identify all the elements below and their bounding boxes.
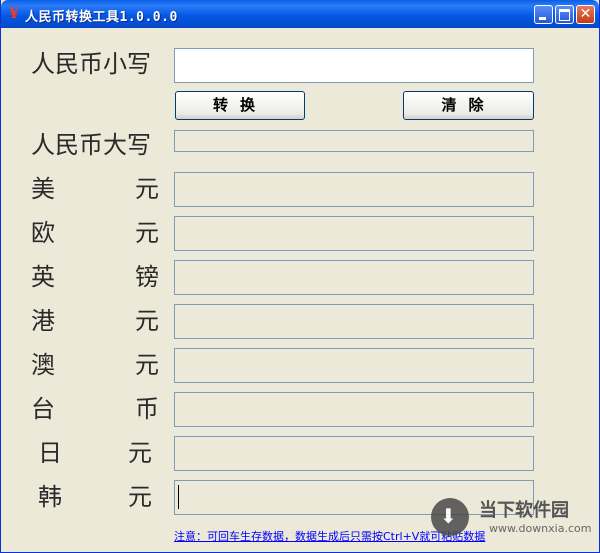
currency-eur-left: 欧 — [31, 219, 55, 247]
currency-hkd-right: 元 — [135, 307, 159, 335]
currency-mop-right: 元 — [135, 351, 159, 379]
currency-jpy-field[interactable] — [174, 436, 534, 471]
watermark-name: 当下软件园 — [479, 500, 569, 521]
currency-jpy-left: 日 — [38, 439, 62, 467]
clear-button[interactable]: 清除 — [403, 91, 534, 120]
rmb-uppercase-label: 人民币大写 — [31, 131, 151, 159]
window-title: 人民币转换工具1.0.0.0 — [25, 10, 178, 25]
currency-krw-right: 元 — [128, 483, 152, 511]
watermark-logo: ⬇ 当下软件园 www.downxia.com — [431, 496, 591, 540]
currency-gbp-field[interactable] — [174, 260, 534, 295]
currency-hkd-field[interactable] — [174, 304, 534, 339]
convert-button[interactable]: 转换 — [175, 91, 305, 120]
minimize-icon — [539, 17, 546, 20]
currency-mop-left: 澳 — [31, 351, 55, 379]
currency-gbp-right: 镑 — [135, 263, 159, 291]
text-caret — [178, 485, 179, 509]
close-button[interactable]: ✕ — [576, 5, 595, 24]
currency-eur-right: 元 — [135, 219, 159, 247]
currency-gbp-left: 英 — [31, 263, 55, 291]
currency-krw-left: 韩 — [38, 483, 62, 511]
currency-twd-field[interactable] — [174, 392, 534, 427]
currency-mop-field[interactable] — [174, 348, 534, 383]
currency-usd-left: 美 — [31, 175, 55, 203]
rmb-lowercase-input[interactable] — [174, 48, 534, 83]
currency-jpy-right: 元 — [128, 439, 152, 467]
currency-hkd-left: 港 — [31, 307, 55, 335]
app-window: ¥ 人民币转换工具1.0.0.0 ✕ 人民币小写 转换 清除 人民币大写 美 元… — [0, 0, 600, 553]
rmb-uppercase-output[interactable] — [174, 130, 534, 152]
download-arrow-icon: ⬇ — [431, 498, 469, 536]
currency-usd-field[interactable] — [174, 172, 534, 207]
currency-twd-right: 币 — [135, 395, 159, 423]
close-icon: ✕ — [579, 6, 592, 22]
yuan-app-icon: ¥ — [9, 6, 19, 22]
currency-twd-left: 台 — [31, 395, 55, 423]
watermark-domain: www.downxia.com — [489, 522, 592, 535]
currency-usd-right: 元 — [135, 175, 159, 203]
maximize-icon — [559, 9, 570, 21]
title-bar[interactable]: ¥ 人民币转换工具1.0.0.0 ✕ — [1, 0, 599, 28]
maximize-button[interactable] — [555, 5, 574, 24]
rmb-lowercase-label: 人民币小写 — [31, 50, 151, 78]
currency-eur-field[interactable] — [174, 216, 534, 251]
minimize-button[interactable] — [534, 5, 553, 24]
